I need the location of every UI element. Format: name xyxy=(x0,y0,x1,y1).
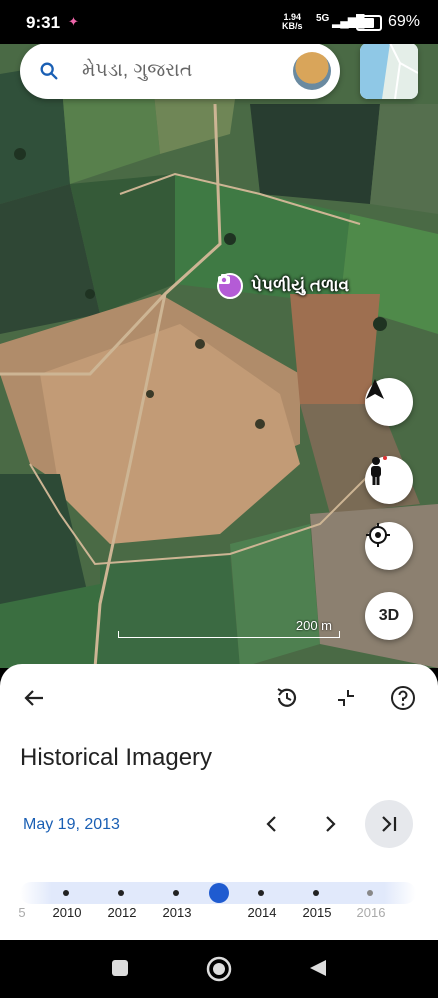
back-arrow-icon xyxy=(24,690,43,706)
status-bar: 9:31 ✦ 1.94 KB/s 5G ▂▄▆█ 69% xyxy=(0,0,438,44)
pegman-icon xyxy=(371,456,387,485)
timeline-year-label[interactable]: 2014 xyxy=(248,905,277,920)
collapse-icon xyxy=(338,690,354,706)
map-thumbnail-icon xyxy=(360,44,418,99)
scale-label: 200 m xyxy=(295,618,332,633)
map-scale: 200 m xyxy=(118,618,340,638)
status-time: 9:31 xyxy=(26,13,61,32)
timeline-year-label[interactable]: 5 xyxy=(18,905,25,920)
navigation-arrow-icon xyxy=(366,379,384,399)
recents-icon[interactable] xyxy=(110,958,130,978)
poi-label: પેપળીયું તળાવ xyxy=(251,276,350,295)
timeline-year-label[interactable]: 2015 xyxy=(303,905,332,920)
timeline-year-label[interactable]: 2016 xyxy=(357,905,386,920)
help-icon xyxy=(391,686,415,710)
history-button[interactable] xyxy=(269,680,305,716)
3d-button[interactable]: 3D xyxy=(365,592,413,640)
satellite-map[interactable]: મેપડા, ગુજરાત પેપળીયું તળાવ 3D 200 m xyxy=(0,44,438,668)
help-button[interactable] xyxy=(385,680,421,716)
satellite-imagery xyxy=(0,44,438,668)
history-icon xyxy=(277,688,297,707)
avatar[interactable] xyxy=(293,52,331,90)
layers-thumbnail[interactable] xyxy=(360,44,418,99)
my-location-button[interactable] xyxy=(365,522,413,570)
skip-to-last-icon xyxy=(382,816,397,832)
back-nav-icon[interactable] xyxy=(308,958,328,978)
historical-imagery-sheet: Historical Imagery May 19, 2013 5 2010 201… xyxy=(0,664,438,940)
prev-chevron-icon xyxy=(266,816,276,832)
poi-marker[interactable]: પેપળીયું તળાવ xyxy=(217,273,349,299)
previous-date-button[interactable] xyxy=(254,806,290,842)
timeline-tick[interactable] xyxy=(258,890,264,896)
camera-icon xyxy=(217,273,243,299)
crosshair-icon xyxy=(366,523,390,547)
timeline-tick[interactable] xyxy=(313,890,319,896)
next-chevron-icon xyxy=(326,816,336,832)
timeline-year-label[interactable]: 2010 xyxy=(53,905,82,920)
network-type: 5G xyxy=(316,13,330,24)
selected-date: May 19, 2013 xyxy=(23,816,120,833)
system-nav-bar xyxy=(0,940,438,998)
network-speed: 1.94 KB/s xyxy=(282,12,303,31)
timeline-tick[interactable] xyxy=(63,890,69,896)
collapse-button[interactable] xyxy=(328,680,364,716)
home-icon[interactable] xyxy=(206,956,232,982)
compass-button[interactable] xyxy=(365,378,413,426)
timeline-year-label[interactable]: 2013 xyxy=(163,905,192,920)
next-date-button[interactable] xyxy=(312,806,348,842)
search-icon[interactable] xyxy=(38,60,60,82)
timeline-tick[interactable] xyxy=(173,890,179,896)
timeline-current-marker[interactable] xyxy=(209,883,229,903)
back-button[interactable] xyxy=(16,680,52,716)
street-view-button[interactable] xyxy=(365,456,413,504)
battery-icon xyxy=(356,15,382,31)
timeline-year-label[interactable]: 2012 xyxy=(108,905,137,920)
battery-percent: 69% xyxy=(388,13,421,30)
sheet-title: Historical Imagery xyxy=(20,744,213,771)
timeline-tick[interactable] xyxy=(118,890,124,896)
timeline-tick[interactable] xyxy=(367,890,373,896)
search-bar[interactable]: મેપડા, ગુજરાત xyxy=(20,44,340,99)
search-text[interactable]: મેપડા, ગુજરાત xyxy=(82,60,192,82)
skip-to-latest-button[interactable] xyxy=(365,800,413,848)
notification-icon: ✦ xyxy=(68,14,79,29)
